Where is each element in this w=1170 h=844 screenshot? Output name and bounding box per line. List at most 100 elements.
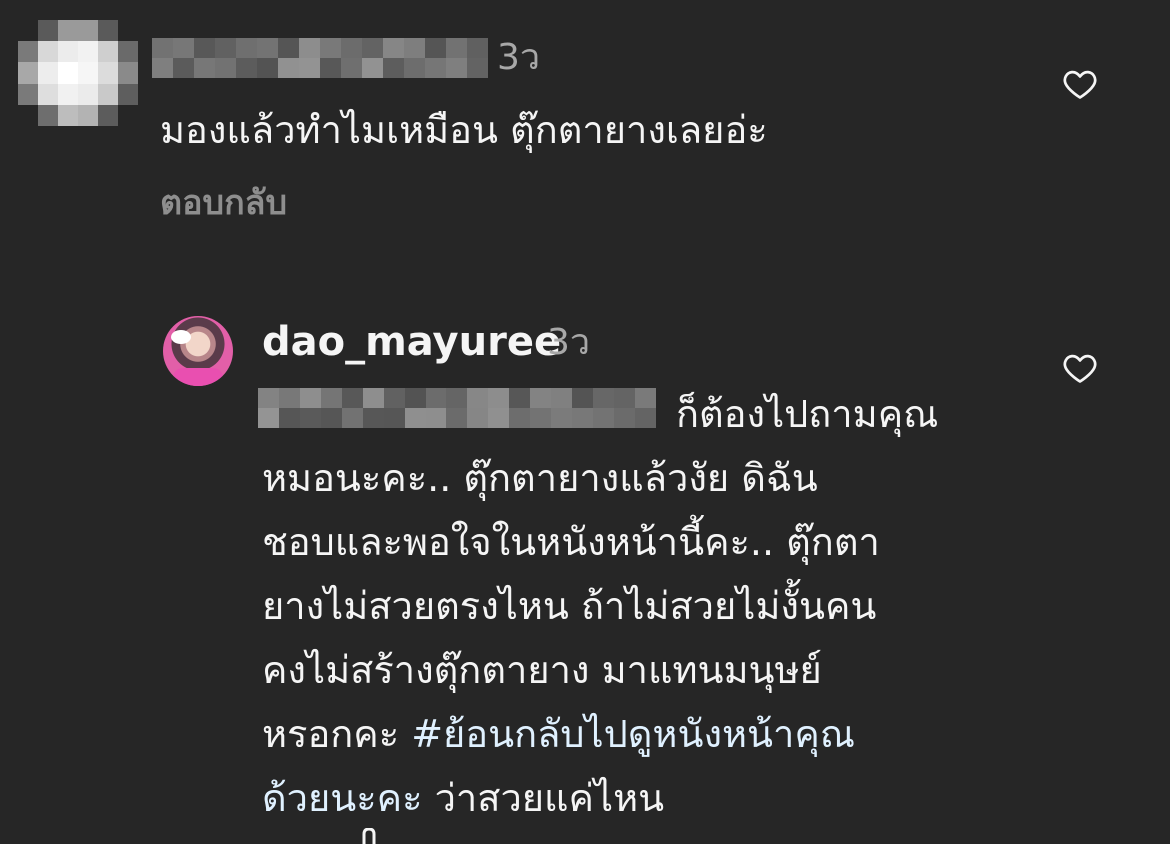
mosaic-tile (278, 58, 299, 78)
mosaic-tile (509, 408, 531, 428)
mosaic-tile (278, 38, 299, 58)
mosaic-tile (593, 408, 614, 428)
mosaic-tile (320, 38, 341, 58)
mosaic-tile (446, 408, 468, 428)
comment-line: ชอบและพอใจในหนังหน้านี้คะ.. ตุ๊กตา (262, 520, 880, 564)
mosaic-tile (258, 388, 279, 408)
mosaic-tile (299, 38, 320, 58)
mosaic-tile (236, 38, 257, 58)
mosaic-tile (551, 388, 573, 408)
avatar[interactable] (163, 316, 233, 386)
cut-off-text (362, 828, 376, 844)
mosaic-tile (152, 38, 173, 58)
mosaic-tile (38, 20, 58, 42)
mosaic-tile (58, 83, 78, 105)
mosaic-tile (18, 83, 38, 105)
mosaic-tile (98, 104, 118, 126)
mosaic-tile (278, 408, 300, 428)
mosaic-tile (425, 388, 447, 408)
mosaic-tile (425, 408, 447, 428)
mosaic-tile (299, 388, 321, 408)
mosaic-tile (236, 58, 257, 78)
avatar-shirt (173, 368, 223, 386)
mosaic-tile (58, 41, 78, 63)
reply-button[interactable]: ตอบกลับ (160, 186, 287, 220)
comment-line: ด้วยนะคะ ว่าสวยแค่ไหน (262, 766, 664, 830)
mosaic-tile (257, 58, 278, 78)
mosaic-tile (78, 62, 98, 84)
mosaic-tile (572, 408, 593, 428)
mosaic-tile (38, 83, 58, 105)
mosaic-tile (58, 20, 78, 42)
comment-line-text: ว่าสวยแค่ไหน (422, 776, 665, 820)
mosaic-tile (18, 104, 38, 126)
mosaic-tile (173, 58, 194, 78)
mosaic-tile (362, 58, 383, 78)
comments-screen: 3ว มองแล้วทำไมเหมือน ตุ๊กตายางเลยอ่ะ ตอบ… (0, 0, 1170, 844)
comment-line: หมอนะคะ.. ตุ๊กตายางแล้วงัย ดิฉัน (262, 456, 818, 500)
mosaic-tile (98, 20, 118, 42)
mosaic-tile (404, 38, 425, 58)
username-redacted[interactable] (152, 38, 488, 78)
mosaic-tile (194, 38, 215, 58)
avatar-redacted[interactable] (18, 20, 138, 126)
mosaic-tile (38, 104, 58, 126)
mosaic-tile (383, 408, 405, 428)
mosaic-tile (320, 58, 341, 78)
mosaic-tile (404, 408, 426, 428)
mosaic-tile (98, 41, 118, 63)
mention-redacted[interactable] (258, 388, 656, 428)
mosaic-tile (341, 38, 362, 58)
mosaic-tile (320, 408, 342, 428)
mosaic-tile (299, 58, 320, 78)
mosaic-tile (194, 58, 215, 78)
mosaic-tile (446, 388, 468, 408)
mosaic-tile (530, 408, 552, 428)
mosaic-tile (404, 388, 426, 408)
mosaic-tile (215, 38, 236, 58)
comment-time: 3ว (497, 37, 541, 78)
mosaic-tile (118, 41, 138, 63)
mosaic-tile (58, 62, 78, 84)
comment-line: คงไม่สร้างตุ๊กตายาง มาแทนมนุษย์ (262, 648, 822, 692)
hashtag-link-continued[interactable]: ด้วยนะคะ (262, 776, 423, 820)
mosaic-tile (38, 62, 58, 84)
mosaic-tile (18, 41, 38, 63)
mosaic-tile (257, 38, 278, 58)
hashtag-link[interactable]: #ย้อนกลับไปดูหนังหน้าคุณ (411, 712, 855, 756)
heart-outline-icon[interactable] (1061, 350, 1099, 386)
mosaic-tile (118, 62, 138, 84)
comment-username[interactable]: dao_mayuree (262, 322, 561, 362)
mosaic-tile (98, 62, 118, 84)
heart-outline-icon[interactable] (1061, 66, 1099, 102)
mosaic-tile (467, 408, 489, 428)
mosaic-tile (58, 104, 78, 126)
mosaic-tile (551, 408, 573, 428)
mosaic-tile (98, 83, 118, 105)
mosaic-tile (78, 83, 98, 105)
mosaic-tile (425, 38, 446, 58)
comment-line: ยางไม่สวยตรงไหน ถ้าไม่สวยไม่งั้นคน (262, 584, 877, 628)
mosaic-tile (78, 20, 98, 42)
mosaic-tile (488, 408, 510, 428)
mosaic-tile (593, 388, 614, 408)
mosaic-tile (383, 58, 404, 78)
mosaic-tile (152, 58, 173, 78)
mosaic-tile (467, 58, 488, 78)
mosaic-tile (118, 20, 138, 42)
mosaic-tile (215, 58, 236, 78)
mosaic-tile (258, 408, 279, 428)
comment-time: 3ว (547, 322, 591, 363)
mosaic-tile (383, 388, 405, 408)
mosaic-tile (362, 38, 383, 58)
mosaic-tile (173, 38, 194, 58)
mosaic-tile (613, 408, 635, 428)
mosaic-tile (362, 408, 384, 428)
mosaic-tile (341, 408, 363, 428)
mosaic-tile (78, 104, 98, 126)
comment-text: มองแล้วทำไมเหมือน ตุ๊กตายางเลยอ่ะ (160, 108, 768, 152)
mosaic-tile (118, 83, 138, 105)
mosaic-tile (446, 38, 467, 58)
mosaic-tile (78, 41, 98, 63)
mosaic-tile (572, 388, 593, 408)
